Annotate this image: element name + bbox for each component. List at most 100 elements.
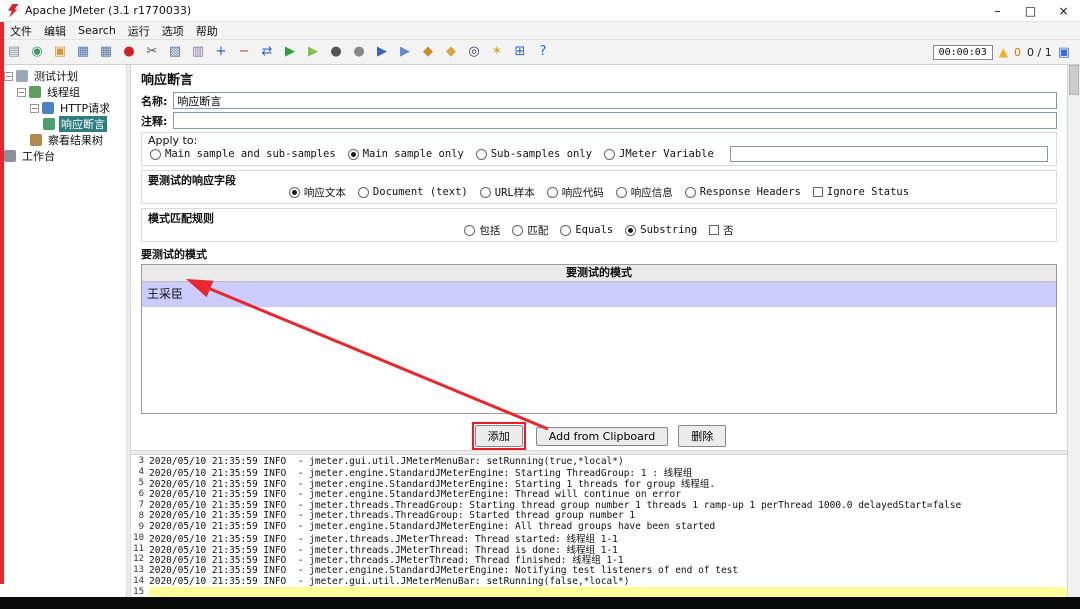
radio-icon [288,186,300,198]
radio-pattern-rules-0[interactable]: 包括 [464,223,500,238]
patterns-table-body[interactable]: 王采臣 [142,282,1056,413]
log-line-text: 2020/05/10 21:35:59 INFO - jmeter.engine… [149,564,739,576]
add-from-clipboard-button[interactable]: Add from Clipboard [535,426,669,446]
delete-button[interactable]: 删除 [678,425,727,447]
menu-item-edit[interactable]: 编辑 [38,23,72,39]
paste-icon[interactable]: ▥ [188,42,208,62]
log-line-number: 7 [138,500,144,510]
radio-pattern-rules-2[interactable]: Equals [560,224,613,236]
expand-all-icon[interactable]: + [211,42,231,62]
jmeter-window: Apache JMeter (3.1 r1770033) – □ × 文件 编辑 S… [0,0,1080,609]
templates-icon[interactable]: ◉ [27,42,47,62]
clear-all-icon[interactable]: ◆ [441,42,461,62]
patterns-table[interactable]: 要测试的模式 王采臣 [141,264,1057,414]
annotation-left-strip [0,22,4,584]
tree-item-http-request[interactable]: − HTTP请求 [2,100,126,116]
log-line-number: 12 [133,554,144,565]
tree-collapse-handle-icon[interactable]: − [30,103,39,113]
radio-apply-to-3[interactable]: JMeter Variable [604,148,714,160]
tree-item-test-plan[interactable]: − 测试计划 [2,68,126,84]
tree-collapse-handle-icon[interactable]: − [4,71,13,81]
radio-response-field-2[interactable]: URL样本 [479,185,535,200]
pattern-rules-options: 包括 匹配 Equals Substring 否 [150,221,1048,239]
checkbox-not[interactable]: 否 [709,223,734,238]
radio-icon [604,148,615,160]
tree-item-label: 察看结果树 [48,134,103,147]
radio-apply-to-2[interactable]: Sub-samples only [475,148,592,160]
jmeter-variable-input[interactable] [729,146,1048,162]
function-helper-icon[interactable]: ⊞ [510,42,530,62]
radio-icon [357,186,369,198]
radio-response-field-1[interactable]: Document (text) [357,186,468,198]
minimize-button[interactable]: – [981,0,1014,22]
apply-to-title: Apply to: [148,134,198,147]
toolbar: ▤ ◉ ▣ ▦ ▦ ● ✂ ▧ ▥ + − ⇄ ▶ ▶ ● ● ▶ ▶ ◆ ◆ ◎ ✶ ⊞? 00:00:03 ▲ 0 0 … [0,40,1080,65]
radio-icon [150,148,161,160]
new-file-icon[interactable]: ▤ [4,42,24,62]
radio-pattern-rules-1[interactable]: 匹配 [512,223,548,238]
remote-shutdown-all-icon[interactable]: ▶ [395,42,415,62]
panel-title: 响应断言 [141,73,194,88]
comment-input[interactable] [173,112,1057,129]
radio-icon [625,224,637,236]
radio-response-field-5[interactable]: Response Headers [684,186,801,198]
maximize-button[interactable]: □ [1014,0,1047,22]
save-icon[interactable]: ▦ [73,42,93,62]
help-icon[interactable]: ? [533,42,553,62]
tree-item-thread-group[interactable]: − 线程组 [2,84,126,100]
radio-option-label: 响应文本 [303,186,346,199]
radio-option-label: 响应信息 [630,186,673,199]
tree-collapse-handle-icon[interactable]: − [17,87,26,97]
thread-count: 0 / 1 [1027,45,1052,59]
radio-response-field-3[interactable]: 响应代码 [546,185,604,200]
menu-item-run[interactable]: 运行 [122,23,156,39]
menu-item-help[interactable]: 帮助 [190,23,224,39]
save-as-icon[interactable]: ▦ [96,42,116,62]
toggle-icon[interactable]: ⇄ [257,42,277,62]
radio-apply-to-1[interactable]: Main sample only [347,148,464,160]
titlebar: Apache JMeter (3.1 r1770033) – □ × [0,0,1080,22]
record-icon[interactable]: ● [119,42,139,62]
pattern-rules-title: 模式匹配规则 [148,212,214,225]
remote-start-all-icon[interactable]: ▶ [372,42,392,62]
radio-response-field-4[interactable]: 响应信息 [615,185,673,200]
search-icon[interactable]: ◎ [464,42,484,62]
scrollbar-thumb[interactable] [1069,65,1079,95]
open-file-icon[interactable]: ▣ [50,42,70,62]
warning-icon[interactable]: ▲ [999,45,1008,59]
tree-item-workbench[interactable]: 工作台 [2,148,126,164]
radio-apply-to-0[interactable]: Main sample and sub-samples [150,148,336,160]
copy-icon[interactable]: ▧ [165,42,185,62]
tree-item-view-results-tree[interactable]: 察看结果树 [2,132,126,148]
comment-field-row: 注释: [141,112,1057,129]
radio-option-label: Main sample only [362,148,464,160]
name-input[interactable] [173,92,1057,109]
log-panel[interactable]: 3 2020/05/10 21:35:59 INFO - jmeter.gui.u… [131,455,1067,597]
comment-label: 注释: [141,114,168,128]
window-controls: – □ × [981,0,1080,22]
log-line-number: 9 [138,521,144,532]
search-reset-icon[interactable]: ✶ [487,42,507,62]
clear-icon[interactable]: ◆ [418,42,438,62]
shutdown-icon[interactable]: ● [349,42,369,62]
log-line-text: 2020/05/10 21:35:59 INFO - jmeter.gui.ut… [149,575,630,587]
radio-response-field-0[interactable]: 响应文本 [288,185,346,200]
tree-item-response-assertion[interactable]: 响应断言 [2,116,126,132]
vertical-scrollbar[interactable] [1067,65,1080,597]
log-line-number: 14 [133,576,144,587]
collapse-all-icon[interactable]: − [234,42,254,62]
cut-icon[interactable]: ✂ [142,42,162,62]
add-button[interactable]: 添加 [474,425,523,447]
start-icon[interactable]: ▶ [280,42,300,62]
patterns-buttons: 添加 Add from Clipboard 删除 [141,422,1057,450]
menu-item-search[interactable]: Search [72,24,122,37]
radio-pattern-rules-3[interactable]: Substring [625,224,697,236]
tree-item-label: 响应断言 [59,116,107,132]
checkbox-ignore-status[interactable]: Ignore Status [812,186,909,198]
stop-icon[interactable]: ● [326,42,346,62]
start-no-timers-icon[interactable]: ▶ [303,42,323,62]
close-button[interactable]: × [1047,0,1080,22]
menu-item-options[interactable]: 选项 [156,23,190,39]
menu-item-file[interactable]: 文件 [4,23,38,39]
pattern-row[interactable]: 王采臣 [142,282,1056,307]
